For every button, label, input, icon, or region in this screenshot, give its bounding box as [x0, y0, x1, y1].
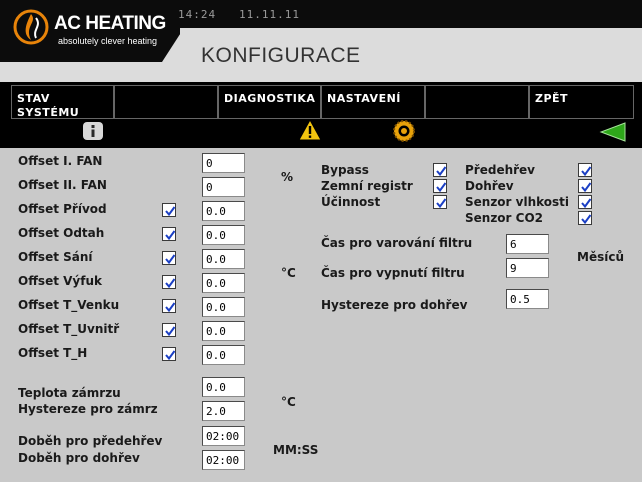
offset-label: Offset T_Venku	[18, 298, 120, 312]
nav-bar: STAV SYSTÉMU DIAGNOSTIKA NASTAVENÍ ZPĚT	[0, 82, 642, 148]
nav-button-diagnostics[interactable]: DIAGNOSTIKA	[218, 85, 321, 119]
preheat-runon-label: Doběh pro předehřev	[18, 434, 163, 448]
offset-outlet-input[interactable]: 0.0	[202, 273, 245, 293]
nav-label-diagnostics: DIAGNOSTIKA	[224, 92, 316, 105]
feature-co2-sensor-checkbox[interactable]	[578, 211, 592, 225]
time-text: 14:24	[178, 8, 217, 21]
offset-supply-checkbox[interactable]	[162, 203, 176, 217]
offset-indoor-checkbox[interactable]	[162, 323, 176, 337]
nav-label-system-status: STAV SYSTÉMU	[17, 92, 80, 119]
top-bar: 14:24 11.11.11 AC HEATING absolutely cle…	[0, 0, 642, 82]
feature-afterheat-checkbox[interactable]	[578, 179, 592, 193]
offset-intake-input[interactable]: 0.0	[202, 249, 245, 269]
offset-th-checkbox[interactable]	[162, 347, 176, 361]
offset-outdoor-input[interactable]: 0.0	[202, 297, 245, 317]
freeze-unit: °C	[281, 395, 296, 409]
offset-fan2-input[interactable]: 0	[202, 177, 245, 197]
feature-preheat-label: Předehřev	[465, 163, 536, 177]
offset-outdoor-checkbox[interactable]	[162, 299, 176, 313]
nav-label-settings: NASTAVENÍ	[327, 92, 401, 105]
filter-warn-input[interactable]: 6	[506, 234, 549, 254]
offset-label: Offset Odtah	[18, 226, 105, 240]
offset-label: Offset Výfuk	[18, 274, 102, 288]
back-arrow-icon[interactable]	[599, 120, 627, 144]
freeze-temp-label: Teplota zámrzu	[18, 386, 121, 400]
unit-percent: %	[281, 170, 294, 184]
logo-title: AC HEATING	[54, 13, 166, 34]
filter-warn-label: Čas pro varování filtru	[321, 236, 473, 250]
offset-label: Offset II. FAN	[18, 178, 107, 192]
feature-ground-register-label: Zemní registr	[321, 179, 413, 193]
clock: 14:24 11.11.11	[178, 8, 300, 21]
offset-outlet-checkbox[interactable]	[162, 275, 176, 289]
offset-exhaust-input[interactable]: 0.0	[202, 225, 245, 245]
feature-bypass-checkbox[interactable]	[433, 163, 447, 177]
logo-subtitle: absolutely clever heating	[58, 36, 158, 46]
nav-button-empty-2[interactable]	[425, 85, 529, 119]
freeze-hyst-input[interactable]: 2.0	[202, 401, 245, 421]
info-icon[interactable]	[81, 119, 105, 143]
feature-afterheat-label: Dohřev	[465, 179, 514, 193]
offset-label: Offset I. FAN	[18, 154, 103, 168]
nav-button-system-status[interactable]: STAV SYSTÉMU	[11, 85, 114, 119]
feature-bypass-label: Bypass	[321, 163, 369, 177]
afterheat-runon-input[interactable]: 02:00	[202, 450, 245, 470]
afterheat-hyst-label: Hystereze pro dohřev	[321, 298, 468, 312]
feature-ground-register-checkbox[interactable]	[433, 179, 447, 193]
gear-icon[interactable]	[392, 119, 416, 143]
unit-celsius: °C	[281, 266, 296, 280]
offset-th-input[interactable]: 0.0	[202, 345, 245, 365]
feature-preheat-checkbox[interactable]	[578, 163, 592, 177]
warning-icon[interactable]	[298, 118, 322, 142]
offset-label: Offset T_H	[18, 346, 88, 360]
offset-label: Offset Sání	[18, 250, 93, 264]
filter-unit: Měsíců	[577, 250, 624, 264]
nav-button-empty-1[interactable]	[114, 85, 218, 119]
offset-indoor-input[interactable]: 0.0	[202, 321, 245, 341]
freeze-hyst-label: Hystereze pro zámrz	[18, 402, 158, 416]
nav-button-back[interactable]: ZPĚT	[529, 85, 634, 119]
feature-efficiency-label: Účinnost	[321, 195, 381, 209]
filter-off-label: Čas pro vypnutí filtru	[321, 266, 465, 280]
offset-exhaust-checkbox[interactable]	[162, 227, 176, 241]
feature-co2-sensor-label: Senzor CO2	[465, 211, 544, 225]
page-title: KONFIGURACE	[201, 44, 361, 67]
runon-unit: MM:SS	[273, 443, 319, 457]
afterheat-hyst-input[interactable]: 0.5	[506, 289, 549, 309]
offset-label: Offset Přívod	[18, 202, 107, 216]
filter-off-input[interactable]: 9	[506, 258, 549, 278]
nav-label-back: ZPĚT	[535, 92, 569, 105]
offset-intake-checkbox[interactable]	[162, 251, 176, 265]
offset-fan1-input[interactable]: 0	[202, 153, 245, 173]
date-text: 11.11.11	[239, 8, 300, 21]
afterheat-runon-label: Doběh pro dohřev	[18, 451, 140, 465]
feature-humidity-sensor-checkbox[interactable]	[578, 195, 592, 209]
logo-flame-icon	[13, 9, 49, 45]
offset-label: Offset T_Uvnitř	[18, 322, 120, 336]
feature-humidity-sensor-label: Senzor vlhkosti	[465, 195, 570, 209]
freeze-temp-input[interactable]: 0.0	[202, 377, 245, 397]
feature-efficiency-checkbox[interactable]	[433, 195, 447, 209]
offset-supply-input[interactable]: 0.0	[202, 201, 245, 221]
preheat-runon-input[interactable]: 02:00	[202, 426, 245, 446]
nav-button-settings[interactable]: NASTAVENÍ	[321, 85, 425, 119]
